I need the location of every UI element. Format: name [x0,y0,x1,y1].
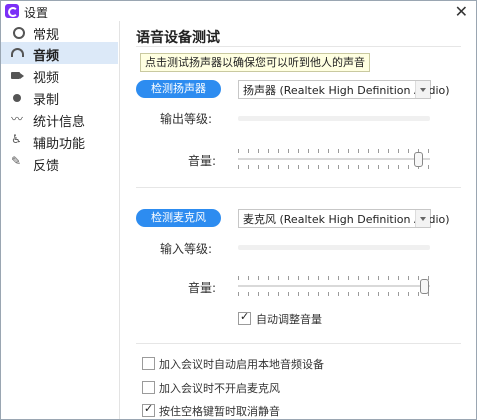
slider-thumb[interactable] [420,279,430,294]
sidebar-item-statistics[interactable]: 〰 统计信息 [1,108,118,130]
title-bar: 设置 ✕ [1,1,476,21]
chevron-down-icon [415,210,430,227]
mute-on-join-checkbox[interactable] [142,381,155,394]
test-speaker-button[interactable]: 检测扬声器 [136,80,221,98]
settings-window: 设置 ✕ 常规 音频 视频 录制 〰 统计信息 ♿ 辅助功能 ✎ 反馈 语音设备… [0,0,477,420]
mic-volume-label: 音量: [188,281,217,295]
speaker-tooltip: 点击测试扬声器以确保您可以听到他人的声音 [140,53,370,72]
divider [136,187,461,188]
pulse-icon: 〰 [11,112,24,126]
audio-settings-panel: 语音设备测试 点击测试扬声器以确保您可以听到他人的声音 检测扬声器 扬声器 (R… [120,21,476,419]
sidebar-item-label: 统计信息 [33,115,86,130]
sidebar-item-label: 常规 [33,28,60,43]
feedback-icon: ✎ [11,154,22,168]
speaker-volume-label: 音量: [188,154,217,168]
input-level-meter [238,245,430,250]
auto-enable-audio-label: 加入会议时自动启用本地音频设备 [159,358,324,371]
sidebar-item-feedback[interactable]: ✎ 反馈 [1,152,118,174]
sidebar-item-video[interactable]: 视频 [1,64,118,86]
window-title: 设置 [24,6,49,20]
input-level-label: 输入等级: [160,242,213,256]
slider-ticks [238,165,430,169]
speaker-select[interactable]: 扬声器 (Realtek High Definition Audio) [238,80,450,99]
output-level-meter [238,116,430,121]
app-logo-icon [5,4,19,18]
mic-volume-slider[interactable] [238,276,430,296]
headphones-icon [11,48,24,57]
divider [136,343,461,344]
sidebar-item-audio[interactable]: 音频 [1,42,118,64]
close-icon[interactable]: ✕ [455,2,468,21]
slider-thumb[interactable] [414,152,424,167]
sidebar-item-accessibility[interactable]: ♿ 辅助功能 [1,130,118,152]
auto-adjust-checkbox[interactable] [238,310,251,325]
sidebar-item-label: 录制 [33,93,60,108]
slider-track [238,158,430,160]
auto-enable-audio-checkbox[interactable] [142,357,155,370]
mute-on-join-label: 加入会议时不开启麦克风 [159,382,280,395]
output-level-label: 输出等级: [160,112,213,126]
slider-ticks [238,292,430,296]
test-microphone-button[interactable]: 检测麦克风 [136,209,221,227]
microphone-select[interactable]: 麦克风 (Realtek High Definition Audio) [238,209,450,228]
speaker-volume-slider[interactable] [238,149,430,169]
chevron-down-icon [415,81,430,98]
sidebar-item-recording[interactable]: 录制 [1,86,118,108]
push-to-talk-checkbox[interactable] [142,402,155,417]
slider-ticks [238,149,430,153]
sidebar-item-label: 辅助功能 [33,137,86,152]
slider-ticks [238,276,430,280]
sidebar-item-label: 音频 [33,49,60,64]
accessibility-icon: ♿ [11,132,22,146]
record-icon [13,94,21,102]
section-title: 语音设备测试 [136,30,220,46]
sidebar-item-label: 视频 [33,71,60,86]
auto-adjust-label: 自动调整音量 [256,313,322,326]
slider-track [238,285,430,287]
sidebar-item-general[interactable]: 常规 [1,21,118,43]
sidebar: 常规 音频 视频 录制 〰 统计信息 ♿ 辅助功能 ✎ 反馈 [1,21,120,419]
divider [136,46,461,47]
sidebar-item-label: 反馈 [33,159,60,174]
gear-icon [13,27,25,39]
push-to-talk-label: 按住空格键暂时取消静音 [159,405,280,418]
video-camera-icon [11,72,24,79]
